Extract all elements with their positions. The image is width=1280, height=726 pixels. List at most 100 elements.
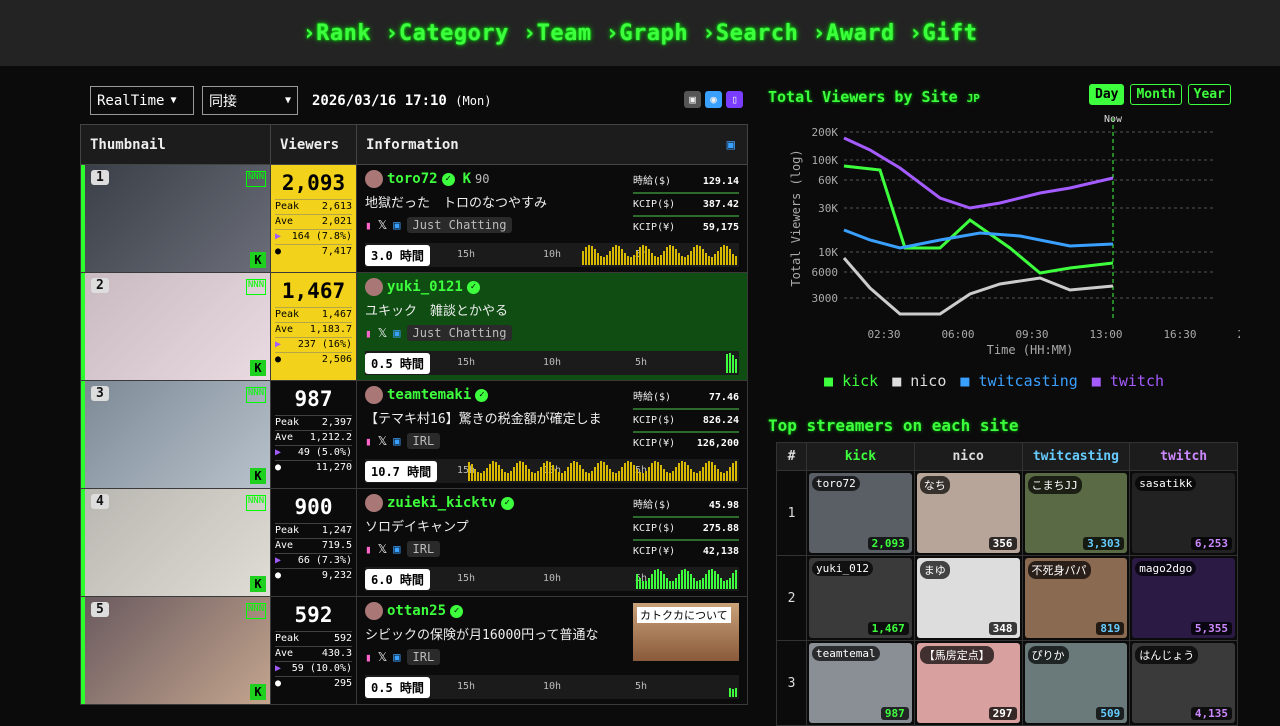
tv-icon[interactable]: ▣ xyxy=(393,434,400,448)
legend-twitch[interactable]: ■ twitch xyxy=(1092,372,1164,390)
nav-item-0[interactable]: ›Rank xyxy=(302,21,371,46)
top-cell[interactable]: 【馬房定点】 297 xyxy=(913,640,1023,726)
top-thumbnail[interactable]: 【馬房定点】 297 xyxy=(916,643,1020,723)
table-row[interactable]: 5 NNN K 592 Peak 592 Ave 430.3 ▶ 59 (10.0%)… xyxy=(80,596,748,705)
top-cell[interactable]: yuki_012 1,467 xyxy=(806,555,915,641)
x-icon[interactable]: 𝕏 xyxy=(378,434,388,448)
tick-15h: 15h xyxy=(457,249,476,260)
viewer-sparkline xyxy=(582,245,737,265)
stats-icon[interactable]: ▮ xyxy=(365,327,372,340)
comment-count: 7,417 xyxy=(321,246,352,257)
top-thumbnail[interactable]: はんじょう 4,135 xyxy=(1132,643,1235,723)
category-tag[interactable]: IRL xyxy=(406,541,441,557)
top-thumbnail[interactable]: 不死身パパ 819 xyxy=(1024,558,1128,638)
tv-icon[interactable]: ▣ xyxy=(393,218,400,232)
chart-title-text: Total Viewers by Site xyxy=(768,88,958,106)
top-cell[interactable]: はんじょう 4,135 xyxy=(1129,640,1238,726)
top-cell[interactable]: 不死身パパ 819 xyxy=(1021,555,1131,641)
top-viewer-count: 2,093 xyxy=(867,537,909,550)
legend-twitcasting[interactable]: ■ twitcasting xyxy=(960,372,1077,390)
top-thumbnail[interactable]: yuki_012 1,467 xyxy=(809,558,912,638)
stream-thumbnail[interactable]: 1 NNN K xyxy=(81,165,270,272)
nav-item-2[interactable]: ›Team xyxy=(523,21,592,46)
timeline-bar: 10.7 時間 15h 10h 5h xyxy=(365,459,739,483)
tv-icon[interactable]: ▣ xyxy=(393,650,400,664)
top-cell[interactable]: なち 356 xyxy=(913,470,1023,556)
mode-select[interactable]: RealTime ▼ xyxy=(90,86,194,115)
top-thumbnail[interactable]: まゆ 348 xyxy=(916,558,1020,638)
streamer-name[interactable]: yuki_0121 xyxy=(387,279,463,295)
nav-item-4[interactable]: ›Search xyxy=(702,21,798,46)
top-thumbnail[interactable]: sasatikk 6,253 xyxy=(1132,473,1235,553)
x-icon[interactable]: 𝕏 xyxy=(378,650,388,664)
table-row[interactable]: 3 NNN K 987 Peak 2,397 Ave 1,212.2 ▶ 49 (5.… xyxy=(80,380,748,489)
stream-thumbnail[interactable]: 2 NNN K xyxy=(81,273,270,380)
kick-icon: K xyxy=(250,252,266,268)
rank-badge: 4 xyxy=(91,494,109,509)
nav-item-1[interactable]: ›Category xyxy=(385,21,509,46)
category-tag[interactable]: Just Chatting xyxy=(406,217,513,233)
chat-icon: ▶ xyxy=(275,447,282,458)
streamer-name[interactable]: ottan25 xyxy=(387,603,446,619)
top-thumbnail[interactable]: ぴりか 509 xyxy=(1024,643,1128,723)
nav-item-5[interactable]: ›Award xyxy=(812,21,894,46)
stats-icon[interactable]: ▮ xyxy=(365,543,372,556)
category-tag[interactable]: IRL xyxy=(406,649,441,665)
table-row[interactable]: 4 NNN K 900 Peak 1,247 Ave 719.5 ▶ 66 (7.3%… xyxy=(80,488,748,597)
top-thumbnail[interactable]: なち 356 xyxy=(916,473,1020,553)
stats-icon[interactable]: ▮ xyxy=(365,219,372,232)
metric-select[interactable]: 同接 ▼ xyxy=(202,86,298,115)
tab-month[interactable]: Month xyxy=(1130,84,1182,105)
streamer-name[interactable]: zuieki_kicktv xyxy=(387,495,497,511)
top-cell[interactable]: まゆ 348 xyxy=(913,555,1023,641)
comment-count: 11,270 xyxy=(315,462,352,473)
info-cell: zuieki_kicktv ✓ ソロデイキャンプ ▮ 𝕏 ▣ IRL 時給($) 45.9… xyxy=(356,488,748,597)
category-tag[interactable]: Just Chatting xyxy=(406,325,513,341)
chart-legend: ■ kick ■ nico ■ twitcasting ■ twitch xyxy=(824,372,1164,390)
stats-icon[interactable]: ▮ xyxy=(365,435,372,448)
stream-thumbnail[interactable]: 3 NNN K xyxy=(81,381,270,488)
top-cell[interactable]: teamtemal 987 xyxy=(806,640,915,726)
streamer-name[interactable]: teamtemaki xyxy=(387,387,471,403)
top-cell[interactable]: sasatikk 6,253 xyxy=(1129,470,1238,556)
top-rank: 2 xyxy=(776,555,807,641)
top-streamer-name: mago2dgo xyxy=(1135,561,1197,576)
stats-icon[interactable]: ▮ xyxy=(365,651,372,664)
top-thumbnail[interactable]: teamtemal 987 xyxy=(809,643,912,723)
tab-day[interactable]: Day xyxy=(1089,84,1125,105)
legend-nico[interactable]: ■ nico xyxy=(892,372,946,390)
twitch-icon[interactable]: ▯ xyxy=(726,91,743,108)
table-row[interactable]: 2 NNN K 1,467 Peak 1,467 Ave 1,183.7 ▶ 237 … xyxy=(80,272,748,381)
tick-15h: 15h xyxy=(457,681,476,692)
top-cell[interactable]: ぴりか 509 xyxy=(1021,640,1131,726)
twitcasting-icon[interactable]: ◉ xyxy=(705,91,722,108)
top-cell[interactable]: toro72 2,093 xyxy=(806,470,915,556)
viewers-cell: 2,093 Peak 2,613 Ave 2,021 ▶ 164 (7.8%) ● 7,… xyxy=(270,164,357,273)
nav-item-6[interactable]: ›Gift xyxy=(909,21,978,46)
stream-thumbnail[interactable]: 5 NNN K xyxy=(81,597,270,704)
x-icon[interactable]: 𝕏 xyxy=(378,326,388,340)
top-thumbnail[interactable]: こまちJJ 3,303 xyxy=(1024,473,1128,553)
x-icon[interactable]: 𝕏 xyxy=(378,542,388,556)
category-tag[interactable]: IRL xyxy=(406,433,441,449)
tv-icon[interactable]: ▣ xyxy=(393,542,400,556)
top-cell[interactable]: こまちJJ 3,303 xyxy=(1021,470,1131,556)
top-thumbnail[interactable]: toro72 2,093 xyxy=(809,473,912,553)
clip-thumbnail[interactable]: カトクカについて xyxy=(633,603,739,661)
tab-year[interactable]: Year xyxy=(1187,84,1231,105)
nav-item-3[interactable]: ›Graph xyxy=(606,21,688,46)
viewer-sparkline xyxy=(468,461,737,481)
streamer-name[interactable]: toro72 xyxy=(387,171,438,187)
legend-kick[interactable]: ■ kick xyxy=(824,372,878,390)
col-information-label: Information xyxy=(366,136,459,153)
table-row[interactable]: 1 NNN K 2,093 Peak 2,613 Ave 2,021 ▶ 164 (7… xyxy=(80,164,748,273)
nnn-icon: NNN xyxy=(246,387,266,403)
top-streamer-name: toro72 xyxy=(812,476,860,491)
stream-thumbnail[interactable]: 4 NNN K xyxy=(81,489,270,596)
top-thumbnail[interactable]: mago2dgo 5,355 xyxy=(1132,558,1235,638)
x-icon[interactable]: 𝕏 xyxy=(378,218,388,232)
nico-icon[interactable]: ▣ xyxy=(684,91,701,108)
tv-icon[interactable]: ▣ xyxy=(393,326,400,340)
top-viewer-count: 348 xyxy=(988,622,1017,635)
top-cell[interactable]: mago2dgo 5,355 xyxy=(1129,555,1238,641)
